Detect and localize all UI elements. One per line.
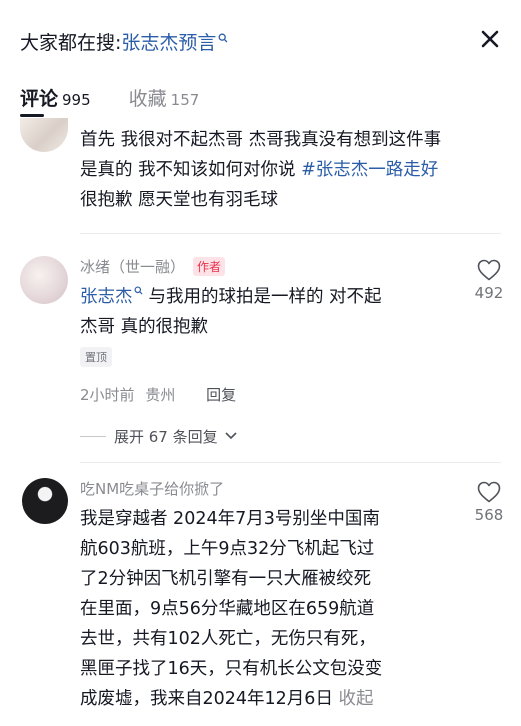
tab-favorites-label: 收藏 xyxy=(128,88,167,110)
active-tab-indicator xyxy=(20,114,44,117)
comment-text: 张志杰 与我用的球拍是一样的 对不起 杰哥 真的很抱歉 xyxy=(80,282,460,342)
comment-line: 首先 我很对不起杰哥 杰哥我真没有想到这件事 xyxy=(80,130,442,150)
search-icon xyxy=(218,33,228,43)
comment-line-text: 成废墟，我来自2024年12月6日 xyxy=(80,689,339,709)
trending-search-prefix: 大家都在搜: xyxy=(20,32,122,54)
comment-line: 很抱歉 愿天堂也有羽毛球 xyxy=(80,190,279,210)
pinned-badge: 置顶 xyxy=(80,347,112,367)
mention-link[interactable]: 张志杰 xyxy=(80,287,133,307)
comment-username[interactable]: 冰绪（世一融） 作者 xyxy=(80,256,226,277)
comment-location: 贵州 xyxy=(145,386,176,404)
tab-favorites[interactable]: 收藏 157 xyxy=(129,84,200,111)
close-icon[interactable] xyxy=(477,26,503,52)
like-button[interactable]: 568 xyxy=(469,481,509,524)
comment-line: 张志杰 与我用的球拍是一样的 对不起 xyxy=(80,282,460,312)
comment-line: 杰哥 真的很抱歉 xyxy=(80,317,209,337)
collapse-button[interactable]: 收起 xyxy=(339,689,374,709)
author-badge: 作者 xyxy=(193,257,226,276)
heart-icon xyxy=(477,259,501,281)
comment-divider xyxy=(80,462,501,463)
reply-button[interactable]: 回复 xyxy=(206,386,236,404)
comment-line: 航603航班，上午9点32分飞机起飞过 xyxy=(80,539,375,559)
tab-comments[interactable]: 评论 995 xyxy=(20,84,91,111)
like-button[interactable]: 492 xyxy=(469,259,509,302)
comment-time: 2小时前 xyxy=(80,386,135,404)
comment-line: 了2分钟因飞机引擎有一只大雁被绞死 xyxy=(80,569,372,589)
comment-line: 在里面，9点56分华藏地区在659航道 xyxy=(80,599,375,619)
comment-text: 我是穿越者 2024年7月3号别坐中国南 航603航班，上午9点32分飞机起飞过… xyxy=(80,504,460,714)
expand-divider-line xyxy=(80,436,106,437)
comment-divider xyxy=(80,233,501,234)
comment-meta: 2小时前 贵州 回复 xyxy=(80,384,236,405)
comment-line: 我是穿越者 2024年7月3号别坐中国南 xyxy=(80,509,380,529)
comment-line-text: 与我用的球拍是一样的 对不起 xyxy=(148,287,382,307)
trending-search-line[interactable]: 大家都在搜:张志杰预言 xyxy=(20,28,228,55)
search-header: 大家都在搜:张志杰预言 xyxy=(0,0,521,78)
trending-search-query[interactable]: 张志杰预言 xyxy=(121,32,216,54)
tab-favorites-count: 157 xyxy=(170,91,200,109)
comment-line: 是真的 我不知该如何对你说 #张志杰一路走好 xyxy=(80,155,510,185)
hashtag-link[interactable]: #张志杰一路走好 xyxy=(301,160,438,180)
tab-comments-label: 评论 xyxy=(20,88,59,110)
comment-username[interactable]: 吃NM吃桌子给你掀了 xyxy=(80,478,224,499)
heart-icon xyxy=(477,481,501,503)
comment-line: 成废墟，我来自2024年12月6日 收起 xyxy=(80,684,460,714)
comment-line-text: 是真的 我不知该如何对你说 xyxy=(80,160,302,180)
avatar[interactable] xyxy=(20,256,68,304)
avatar[interactable] xyxy=(22,478,68,524)
username-text[interactable]: 冰绪（世一融） xyxy=(80,258,185,276)
avatar[interactable] xyxy=(20,118,68,152)
expand-replies-label: 展开 67 条回复 xyxy=(114,428,218,446)
like-count: 568 xyxy=(474,506,504,524)
search-icon xyxy=(133,286,143,295)
expand-replies-button[interactable]: 展开 67 条回复 xyxy=(80,426,238,447)
chevron-down-icon xyxy=(225,432,237,440)
comment-tabs: 评论 995 收藏 157 xyxy=(20,84,237,114)
comment-line: 去世，共有102人死亡，无伤只有死， xyxy=(80,629,376,649)
comment-text: 首先 我很对不起杰哥 杰哥我真没有想到这件事 是真的 我不知该如何对你说 #张志… xyxy=(80,125,510,215)
like-count: 492 xyxy=(474,284,504,302)
tab-comments-count: 995 xyxy=(62,91,91,109)
comment-line: 黑匣子找了16天，只有机长公文包没变 xyxy=(80,659,383,679)
